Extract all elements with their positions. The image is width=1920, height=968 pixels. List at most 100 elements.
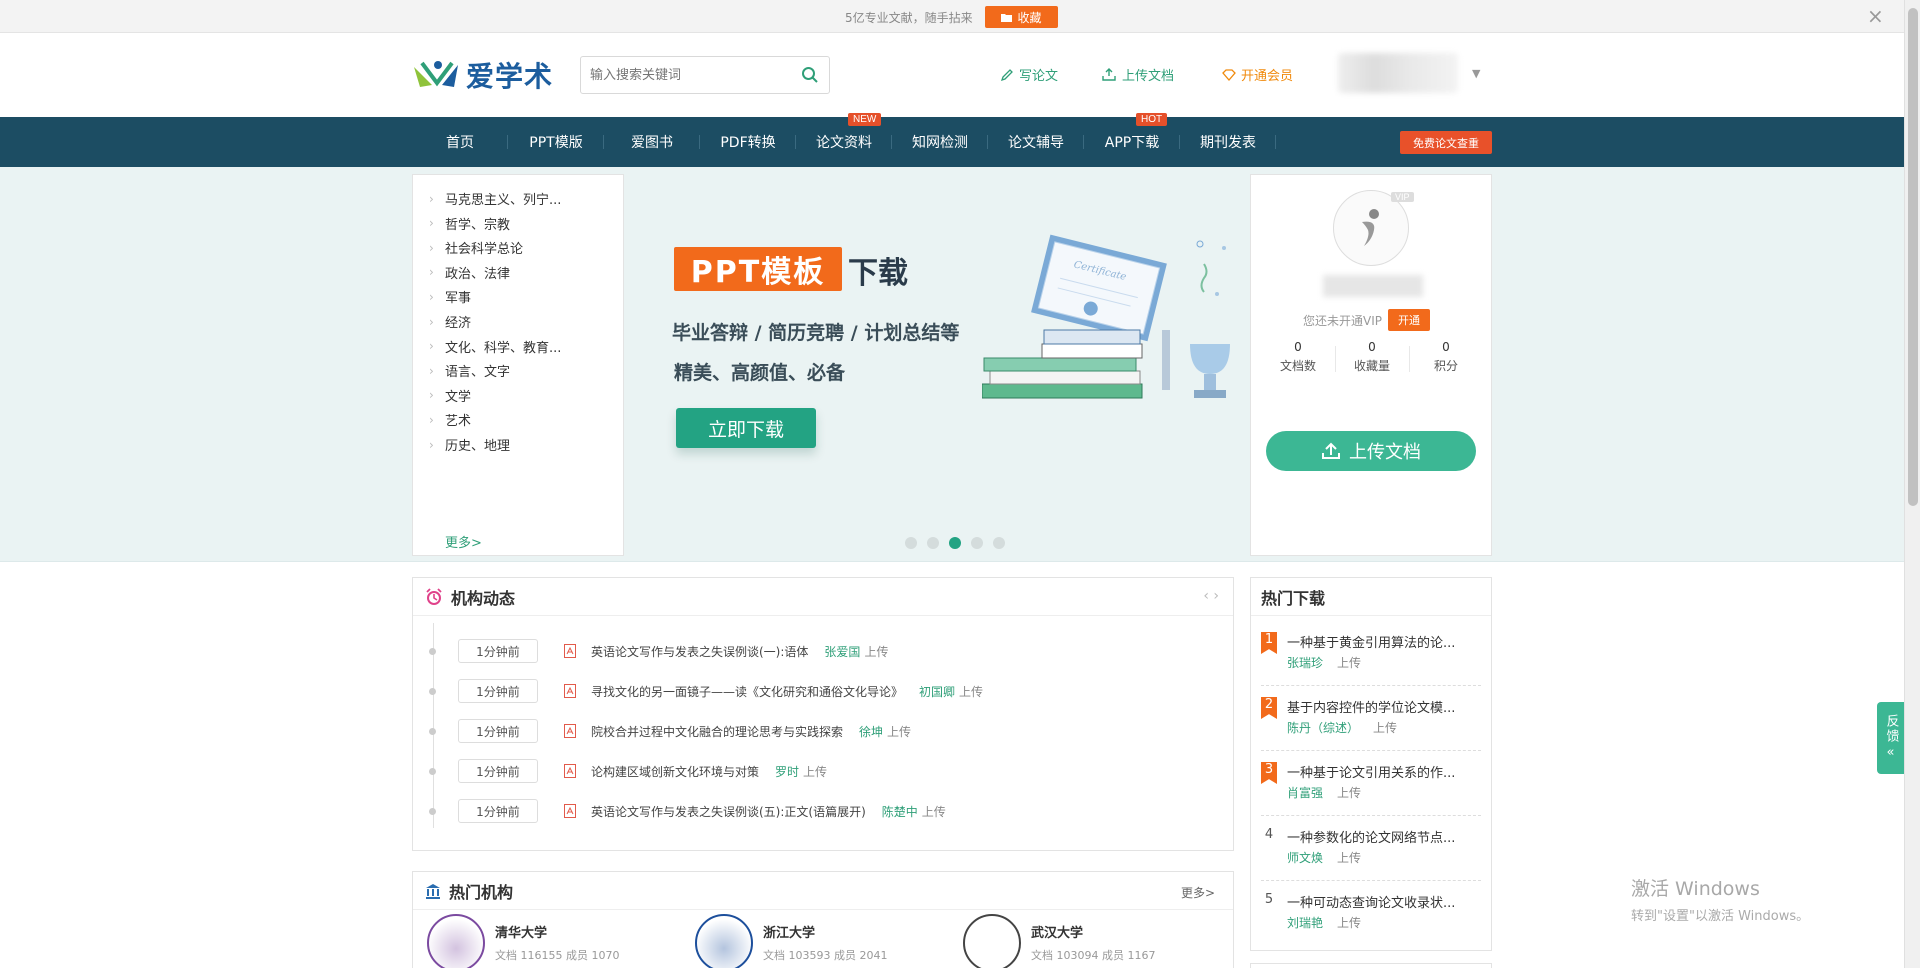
prev-next-arrows-icon[interactable]: ‹ ›	[1203, 588, 1219, 604]
category-item[interactable]: › 马克思主义、列宁...	[429, 189, 562, 209]
open-vip-button[interactable]: 开通	[1388, 309, 1430, 331]
stat-item: 0 积分	[1409, 340, 1483, 374]
nav-item[interactable]: 知网检测	[892, 117, 988, 167]
nav-item[interactable]: 期刊发表	[1180, 117, 1276, 167]
free-plagiarism-check-button[interactable]: 免费论文查重	[1400, 131, 1492, 154]
activity-author[interactable]: 张爱国	[824, 645, 860, 659]
hot-download-author[interactable]: 陈丹（综述）	[1287, 721, 1359, 735]
carousel-dot[interactable]	[927, 537, 939, 549]
activity-action: 上传	[887, 724, 912, 739]
notice-text: 5亿专业文献，随手拈来	[845, 11, 973, 25]
activity-doc-link[interactable]: 英语论文写作与发表之失误例谈(一):语体 张爱国 上传	[591, 643, 888, 660]
nav-item[interactable]: 论文辅导	[988, 117, 1084, 167]
activity-doc-title: 英语论文写作与发表之失误例谈(一):语体	[591, 644, 809, 659]
search-icon[interactable]	[801, 66, 819, 84]
institution-seal-icon	[963, 914, 1021, 968]
hot-download-author[interactable]: 肖富强	[1287, 786, 1323, 800]
hot-download-author[interactable]: 刘瑞艳	[1287, 916, 1323, 930]
hot-download-item[interactable]: 2 基于内容控件的学位论文模... 陈丹（综述） 上传	[1261, 693, 1481, 751]
hot-downloads-card: 热门下载 1 一种基于黄金引用算法的论... 张瑞珍 上传 2 基于内容控件的学位论文模.…	[1250, 577, 1492, 951]
hot-download-item[interactable]: 1 一种基于黄金引用算法的论... 张瑞珍 上传	[1261, 628, 1481, 686]
nav-item[interactable]: 论文资料 NEW	[796, 113, 892, 167]
activity-doc-link[interactable]: 论构建区域创新文化环境与对策 罗时 上传	[591, 763, 827, 780]
category-label: 语言、文字	[445, 365, 511, 381]
category-label: 马克思主义、列宁...	[445, 193, 562, 208]
category-item[interactable]: › 文学	[429, 386, 471, 405]
search-input[interactable]	[581, 57, 791, 93]
institution-item[interactable]: 浙江大学 文档 103593 成员 2041	[695, 914, 887, 968]
hot-download-item[interactable]: 3 一种基于论文引用关系的作... 肖富强 上传	[1261, 758, 1481, 816]
nav-item[interactable]: PPT模版	[508, 117, 604, 167]
activity-author[interactable]: 罗时	[775, 765, 799, 779]
feedback-tab[interactable]: 反馈 «	[1877, 702, 1904, 774]
logo[interactable]: 爱学术	[412, 55, 553, 95]
scrollbar-thumb[interactable]	[1908, 8, 1918, 506]
activity-doc-link[interactable]: 寻找文化的另一面镜子——读《文化研究和通俗文化导论》 初国卿 上传	[591, 683, 983, 700]
caret-down-icon[interactable]: ▼	[1472, 67, 1480, 80]
category-item[interactable]: › 历史、地理	[429, 435, 510, 455]
hot-download-title: 基于内容控件的学位论文模...	[1287, 701, 1456, 716]
activity-author[interactable]: 徐坤	[859, 725, 883, 739]
hot-download-author[interactable]: 师文焕	[1287, 851, 1323, 865]
user-account-blurred[interactable]	[1338, 53, 1458, 93]
hot-download-author[interactable]: 张瑞珍	[1287, 656, 1323, 670]
category-item[interactable]: › 文化、科学、教育...	[429, 337, 561, 356]
carousel-dot[interactable]	[993, 537, 1005, 549]
category-item[interactable]: › 政治、法律	[429, 263, 511, 282]
write-paper-link[interactable]: 写论文	[1000, 65, 1058, 84]
nav-item[interactable]: PDF转换	[700, 117, 796, 167]
alarm-clock-icon	[426, 587, 442, 605]
institution-item[interactable]: 武汉大学 文档 103094 成员 1167	[963, 914, 1155, 968]
hot-download-item[interactable]: 5 一种可动态查询论文收录状... 刘瑞艳 上传	[1261, 888, 1481, 946]
category-item[interactable]: › 社会科学总论	[429, 238, 523, 258]
activity-doc-link[interactable]: 院校合并过程中文化融合的理论思考与实践探索 徐坤 上传	[591, 723, 911, 740]
stat-value: 0	[1368, 340, 1376, 354]
category-item[interactable]: › 经济	[429, 312, 471, 332]
favorite-button[interactable]: 收藏	[985, 6, 1058, 28]
activity-time: 1分钟前	[458, 799, 538, 823]
upload-doc-button[interactable]: 上传文档	[1266, 431, 1476, 471]
top-notice-bar: 5亿专业文献，随手拈来 收藏 ×	[0, 0, 1904, 33]
promo-banner[interactable]: PPT模板 下载 毕业答辩 / 简历竞聘 / 计划总结等 精美、高颜值、必备 立…	[624, 174, 1250, 556]
nav-item-label: 论文辅导	[1008, 135, 1064, 151]
category-item[interactable]: › 语言、文字	[429, 361, 511, 381]
institution-item[interactable]: 清华大学 文档 116155 成员 1070	[427, 914, 619, 968]
banner-subtitle-1: 毕业答辩 / 简历竞聘 / 计划总结等	[672, 322, 960, 344]
category-label: 政治、法律	[445, 266, 511, 282]
hot-download-item[interactable]: 4 一种参数化的论文网络节点... 师文焕 上传	[1261, 823, 1481, 881]
upload-doc-link[interactable]: 上传文档	[1101, 65, 1174, 84]
category-item[interactable]: › 军事	[429, 287, 471, 307]
activity-time: 1分钟前	[458, 759, 538, 783]
hot-download-meta: 肖富强 上传	[1287, 784, 1361, 801]
carousel-dot[interactable]	[949, 537, 961, 549]
carousel-dot[interactable]	[971, 537, 983, 549]
nav-item[interactable]: 首页	[412, 117, 508, 167]
category-label: 艺术	[445, 414, 472, 430]
nav-item-label: PDF转换	[720, 135, 776, 151]
hot-download-title: 一种基于论文引用关系的作...	[1287, 766, 1456, 781]
vertical-scrollbar[interactable]	[1904, 0, 1920, 968]
activity-doc-link[interactable]: 英语论文写作与发表之失误例谈(五):正文(语篇展开) 陈楚中 上传	[591, 803, 946, 820]
open-vip-link[interactable]: 开通会员	[1222, 65, 1293, 84]
institutions-title: 热门机构	[449, 882, 514, 902]
vip-status: 您还未开通VIP 开通	[1303, 309, 1430, 331]
banner-download-button[interactable]: 立即下载	[676, 408, 816, 448]
activity-card-header: 机构动态 ‹ ›	[413, 578, 1233, 616]
institutions-more-link[interactable]: 更多>	[1181, 884, 1215, 901]
nav-badge: HOT	[1136, 113, 1168, 126]
nav-item[interactable]: 爱图书	[604, 117, 700, 167]
activity-author[interactable]: 初国卿	[919, 685, 955, 699]
category-item[interactable]: › 艺术	[429, 410, 472, 430]
category-item[interactable]: › 哲学、宗教	[429, 214, 510, 233]
activity-author[interactable]: 陈楚中	[882, 805, 918, 819]
nav-item[interactable]: APP下载 HOT	[1084, 113, 1180, 167]
timeline-dot	[429, 647, 436, 655]
carousel-dot[interactable]	[905, 537, 917, 549]
activity-time: 1分钟前	[458, 679, 538, 703]
institution-name: 清华大学	[495, 926, 548, 941]
close-icon[interactable]: ×	[1867, 4, 1884, 28]
category-more-link[interactable]: 更多>	[445, 532, 482, 551]
watermark-line2: 转到"设置"以激活 Windows。	[1631, 909, 1810, 924]
main-nav: 首页 PPT模版 爱图书 PDF转换 论文资料 NEW 知网检测 论文辅导 APP下载 HOT 期刊…	[0, 113, 1904, 167]
stat-label: 收藏量	[1353, 359, 1390, 373]
